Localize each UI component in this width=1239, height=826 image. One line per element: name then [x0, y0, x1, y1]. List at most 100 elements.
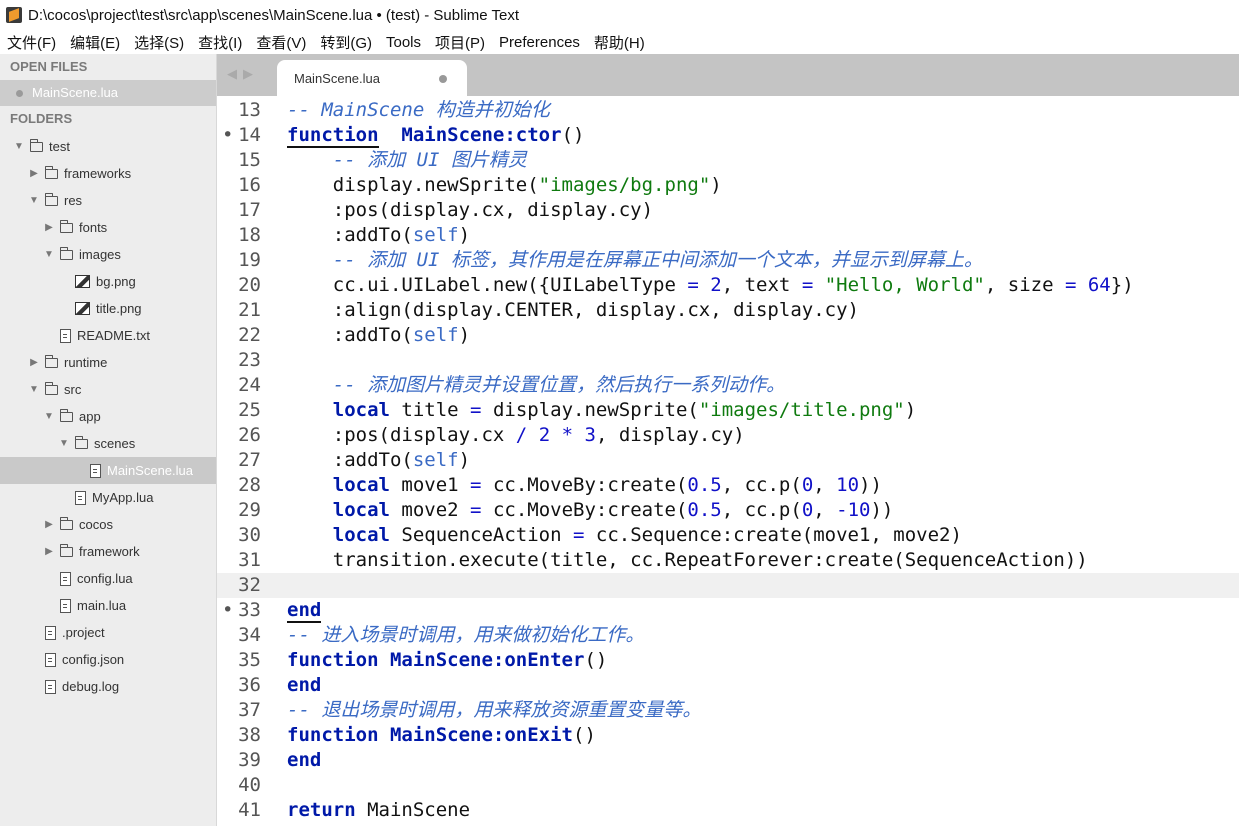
- tree-item-debug-log[interactable]: debug.log: [0, 673, 216, 700]
- tree-item-bg-png[interactable]: bg.png: [0, 268, 216, 295]
- tree-item-runtime[interactable]: ▶ runtime: [0, 349, 216, 376]
- code-text: local SequenceAction = cc.Sequence:creat…: [287, 523, 962, 548]
- code-text: :addTo(self): [287, 448, 470, 473]
- code-line-32[interactable]: 32: [217, 573, 1239, 598]
- window-title: D:\cocos\project\test\src\app\scenes\Mai…: [28, 6, 520, 24]
- menu-item-6[interactable]: Tools: [379, 34, 428, 51]
- chevron-right-icon[interactable]: ▶: [44, 546, 54, 557]
- code-token: ): [458, 449, 471, 471]
- modified-marker-icon: •: [222, 124, 234, 146]
- tree-item-readme-txt[interactable]: README.txt: [0, 322, 216, 349]
- line-number-gutter: 15: [217, 148, 287, 173]
- tree-item-test[interactable]: ▼ test: [0, 133, 216, 160]
- code-line-21[interactable]: 21 :align(display.CENTER, display.cx, di…: [217, 298, 1239, 323]
- menu-item-3[interactable]: 查找(I): [191, 32, 249, 53]
- tree-item-app[interactable]: ▼ app: [0, 403, 216, 430]
- tree-item-res[interactable]: ▼ res: [0, 187, 216, 214]
- code-line-17[interactable]: 17 :pos(display.cx, display.cy): [217, 198, 1239, 223]
- code-line-22[interactable]: 22 :addTo(self): [217, 323, 1239, 348]
- unsaved-dot-icon[interactable]: [439, 75, 447, 83]
- chevron-down-icon[interactable]: ▼: [59, 438, 69, 449]
- tab-nav-arrows-icon[interactable]: ◀▶: [227, 66, 259, 82]
- tree-item-cocos[interactable]: ▶ cocos: [0, 511, 216, 538]
- menu-item-9[interactable]: 帮助(H): [587, 32, 652, 53]
- chevron-right-icon[interactable]: ▶: [29, 168, 39, 179]
- code-line-27[interactable]: 27 :addTo(self): [217, 448, 1239, 473]
- code-token: ): [904, 399, 917, 421]
- line-number: 20: [238, 274, 261, 296]
- code-line-19[interactable]: 19 -- 添加 UI 标签，其作用是在屏幕正中间添加一个文本，并显示到屏幕上。: [217, 248, 1239, 273]
- menu-item-4[interactable]: 查看(V): [249, 32, 313, 53]
- chevron-down-icon[interactable]: ▼: [29, 384, 39, 395]
- chevron-right-icon[interactable]: ▶: [44, 222, 54, 233]
- code-text: -- 添加图片精灵并设置位置，然后执行一系列动作。: [287, 373, 785, 398]
- line-number-gutter: 34: [217, 623, 287, 648]
- tree-item-main-lua[interactable]: main.lua: [0, 592, 216, 619]
- tree-item-src[interactable]: ▼ src: [0, 376, 216, 403]
- line-number-gutter: 23: [217, 348, 287, 373]
- tree-item-title-png[interactable]: title.png: [0, 295, 216, 322]
- menu-item-5[interactable]: 转到(G): [313, 32, 379, 53]
- code-line-30[interactable]: 30 local SequenceAction = cc.Sequence:cr…: [217, 523, 1239, 548]
- code-line-20[interactable]: 20 cc.ui.UILabel.new({UILabelType = 2, t…: [217, 273, 1239, 298]
- code-line-39[interactable]: 39 end: [217, 748, 1239, 773]
- tree-item-scenes[interactable]: ▼ scenes: [0, 430, 216, 457]
- code-line-34[interactable]: 34 -- 进入场景时调用，用来做初始化工作。: [217, 623, 1239, 648]
- chevron-down-icon[interactable]: ▼: [14, 141, 24, 152]
- code-line-26[interactable]: 26 :pos(display.cx / 2 * 3, display.cy): [217, 423, 1239, 448]
- tree-item-frameworks[interactable]: ▶ frameworks: [0, 160, 216, 187]
- tree-item-label: title.png: [96, 301, 142, 316]
- code-line-24[interactable]: 24 -- 添加图片精灵并设置位置，然后执行一系列动作。: [217, 373, 1239, 398]
- tree-item-images[interactable]: ▼ images: [0, 241, 216, 268]
- code-line-13[interactable]: 13 -- MainScene 构造并初始化: [217, 98, 1239, 123]
- menu-item-1[interactable]: 编辑(E): [63, 32, 127, 53]
- code-line-33[interactable]: • 33 end: [217, 598, 1239, 623]
- line-number-gutter: 13: [217, 98, 287, 123]
- line-number: 35: [238, 649, 261, 671]
- tree-item-config-lua[interactable]: config.lua: [0, 565, 216, 592]
- menu-item-0[interactable]: 文件(F): [0, 32, 63, 53]
- code-token: =: [470, 499, 482, 521]
- menu-item-2[interactable]: 选择(S): [127, 32, 191, 53]
- code-line-37[interactable]: 37 -- 退出场景时调用，用来释放资源重置变量等。: [217, 698, 1239, 723]
- chevron-down-icon[interactable]: ▼: [44, 411, 54, 422]
- chevron-right-icon[interactable]: ▶: [44, 519, 54, 530]
- tree-item-framework[interactable]: ▶ framework: [0, 538, 216, 565]
- code-line-36[interactable]: 36 end: [217, 673, 1239, 698]
- code-token: return: [287, 799, 356, 821]
- code-line-18[interactable]: 18 :addTo(self): [217, 223, 1239, 248]
- code-line-23[interactable]: 23: [217, 348, 1239, 373]
- tab-mainscene[interactable]: MainScene.lua: [277, 60, 467, 96]
- code-line-15[interactable]: 15 -- 添加 UI 图片精灵: [217, 148, 1239, 173]
- code-token: MainScene: [355, 799, 471, 821]
- file-icon: [45, 625, 56, 640]
- code-line-40[interactable]: 40: [217, 773, 1239, 798]
- line-number: 29: [238, 499, 261, 521]
- tree-item-label: debug.log: [62, 679, 120, 694]
- tree-item-config-json[interactable]: config.json: [0, 646, 216, 673]
- menu-item-7[interactable]: 项目(P): [428, 32, 492, 53]
- tree-item-myapp-lua[interactable]: MyApp.lua: [0, 484, 216, 511]
- code-line-38[interactable]: 38 function MainScene:onExit(): [217, 723, 1239, 748]
- code-line-14[interactable]: • 14 function MainScene:ctor(): [217, 123, 1239, 148]
- line-number: 17: [238, 199, 261, 221]
- tree-item-fonts[interactable]: ▶ fonts: [0, 214, 216, 241]
- code-editor[interactable]: 13 -- MainScene 构造并初始化 • 14 function MainSce…: [217, 96, 1239, 826]
- chevron-down-icon[interactable]: ▼: [29, 195, 39, 206]
- code-line-35[interactable]: 35 function MainScene:onEnter(): [217, 648, 1239, 673]
- code-line-29[interactable]: 29 local move2 = cc.MoveBy:create(0.5, c…: [217, 498, 1239, 523]
- tree-item-mainscene-lua[interactable]: MainScene.lua: [0, 457, 216, 484]
- open-file-item[interactable]: MainScene.lua: [0, 80, 216, 106]
- code-line-16[interactable]: 16 display.newSprite("images/bg.png"): [217, 173, 1239, 198]
- folder-icon: [44, 381, 58, 395]
- code-line-25[interactable]: 25 local title = display.newSprite("imag…: [217, 398, 1239, 423]
- chevron-down-icon[interactable]: ▼: [44, 249, 54, 260]
- code-line-41[interactable]: 41 return MainScene: [217, 798, 1239, 823]
- code-line-31[interactable]: 31 transition.execute(title, cc.RepeatFo…: [217, 548, 1239, 573]
- menu-item-8[interactable]: Preferences: [492, 34, 587, 51]
- tree-item--project[interactable]: .project: [0, 619, 216, 646]
- code-line-28[interactable]: 28 local move1 = cc.MoveBy:create(0.5, c…: [217, 473, 1239, 498]
- chevron-right-icon[interactable]: ▶: [29, 357, 39, 368]
